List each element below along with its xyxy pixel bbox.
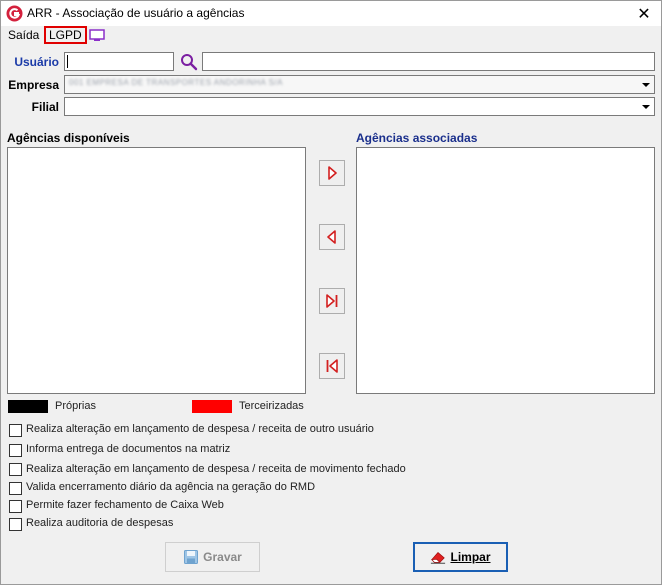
option-4-label[interactable]: Valida encerramento diário da agência na… bbox=[26, 481, 315, 493]
menu-item-lgpd[interactable]: LGPD bbox=[44, 26, 87, 44]
close-button[interactable]: ✕ bbox=[627, 1, 661, 26]
usuario-name-field[interactable] bbox=[202, 52, 655, 71]
window-title: ARR - Associação de usuário a agências bbox=[27, 6, 245, 20]
app-window: ARR - Associação de usuário a agências ✕… bbox=[0, 0, 662, 585]
option-5-label[interactable]: Permite fazer fechamento de Caixa Web bbox=[26, 499, 224, 511]
arrow-right-end-icon bbox=[326, 294, 338, 308]
move-all-right-button[interactable] bbox=[319, 288, 345, 314]
arrow-right-icon bbox=[328, 166, 337, 180]
empresa-selected-value: 001 EMPRESA DE TRANSPORTES ANDORINHA S/A bbox=[69, 78, 283, 87]
arrow-left-icon bbox=[327, 230, 336, 244]
option-3-label[interactable]: Realiza alteração em lançamento de despe… bbox=[26, 463, 406, 475]
search-icon[interactable] bbox=[180, 53, 198, 71]
checkbox-option-1[interactable] bbox=[9, 424, 22, 437]
filial-label: Filial bbox=[31, 100, 59, 114]
checkbox-option-4[interactable] bbox=[9, 482, 22, 495]
menu-bar: Saída LGPD bbox=[1, 26, 661, 45]
legend-label-own: Próprias bbox=[55, 400, 96, 412]
move-right-button[interactable] bbox=[319, 160, 345, 186]
save-icon bbox=[184, 550, 199, 564]
arrow-left-end-icon bbox=[326, 359, 338, 373]
move-left-button[interactable] bbox=[319, 224, 345, 250]
menu-item-saida[interactable]: Saída bbox=[8, 28, 39, 42]
option-1-label[interactable]: Realiza alteração em lançamento de despe… bbox=[26, 423, 374, 435]
close-icon: ✕ bbox=[637, 5, 651, 23]
limpar-button[interactable]: Limpar bbox=[413, 542, 508, 572]
monitor-icon[interactable] bbox=[89, 29, 105, 42]
available-agencies-title: Agências disponíveis bbox=[7, 131, 130, 145]
text-caret bbox=[67, 55, 68, 68]
checkbox-option-5[interactable] bbox=[9, 500, 22, 513]
associated-agencies-title: Agências associadas bbox=[356, 131, 478, 145]
legend-label-third: Terceirizadas bbox=[239, 400, 304, 412]
legend-swatch-third bbox=[192, 400, 232, 413]
filial-select[interactable] bbox=[64, 97, 655, 116]
app-logo-icon bbox=[6, 5, 23, 22]
usuario-code-input[interactable] bbox=[64, 52, 174, 71]
eraser-icon bbox=[431, 552, 446, 564]
move-all-left-button[interactable] bbox=[319, 353, 345, 379]
associated-agencies-list[interactable] bbox=[356, 147, 655, 394]
available-agencies-list[interactable] bbox=[7, 147, 306, 394]
chevron-down-icon[interactable] bbox=[639, 99, 653, 114]
gravar-button-label: Gravar bbox=[203, 550, 242, 564]
checkbox-option-2[interactable] bbox=[9, 444, 22, 457]
legend-swatch-own bbox=[8, 400, 48, 413]
gravar-button[interactable]: Gravar bbox=[165, 542, 260, 572]
chevron-down-icon[interactable] bbox=[639, 77, 653, 92]
empresa-label: Empresa bbox=[8, 78, 59, 92]
limpar-button-label: Limpar bbox=[450, 550, 491, 564]
usuario-label: Usuário bbox=[14, 55, 59, 69]
empresa-select[interactable]: 001 EMPRESA DE TRANSPORTES ANDORINHA S/A bbox=[64, 75, 655, 94]
checkbox-option-3[interactable] bbox=[9, 463, 22, 476]
title-bar: ARR - Associação de usuário a agências ✕ bbox=[1, 1, 661, 26]
option-6-label[interactable]: Realiza auditoria de despesas bbox=[26, 517, 173, 529]
checkbox-option-6[interactable] bbox=[9, 518, 22, 531]
option-2-label[interactable]: Informa entrega de documentos na matriz bbox=[26, 443, 230, 455]
